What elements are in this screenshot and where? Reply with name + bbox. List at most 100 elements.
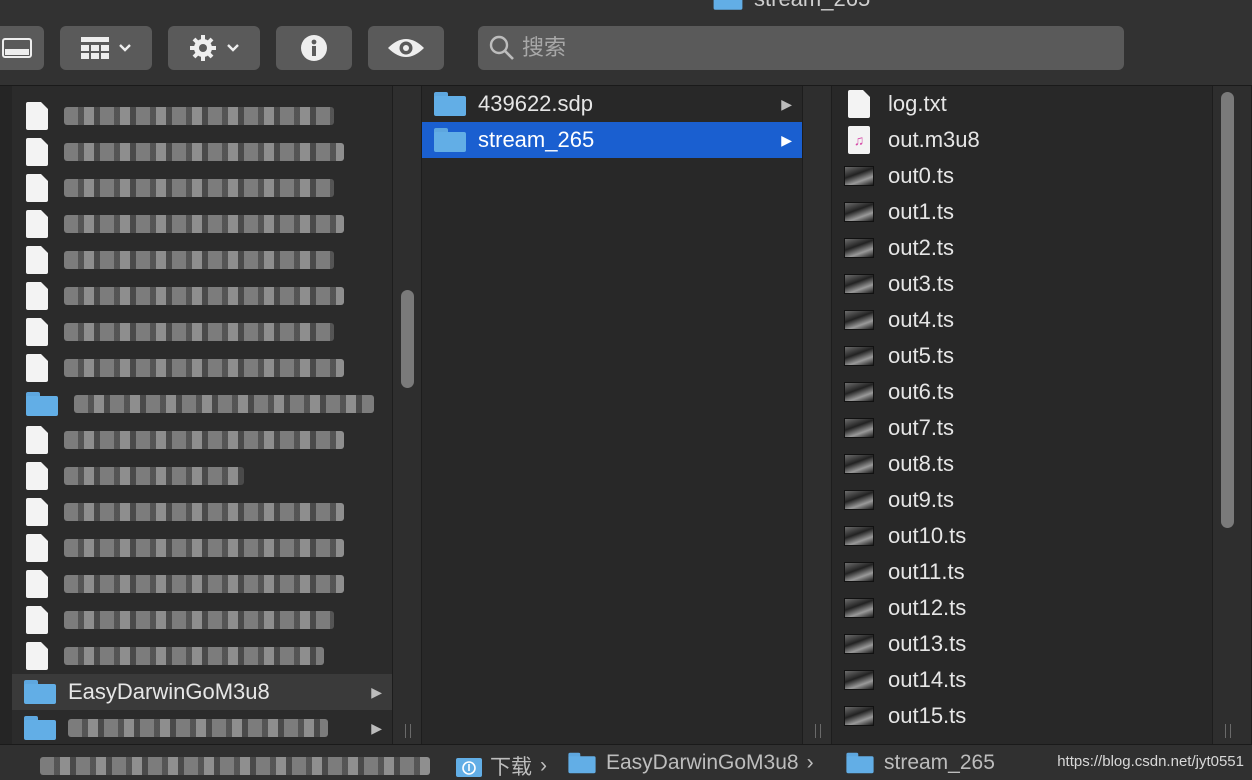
chevron-right-icon: ▶ xyxy=(781,131,792,148)
list-item[interactable] xyxy=(12,422,392,458)
file-row[interactable]: out5.ts xyxy=(832,338,1240,374)
file-row[interactable]: ♫ out.m3u8 xyxy=(832,122,1240,158)
list-item-easydarwingom3u8[interactable]: EasyDarwinGoM3u8 ▶ xyxy=(12,674,392,710)
list-item-label: EasyDarwinGoM3u8 xyxy=(68,679,270,704)
file-row[interactable]: out3.ts xyxy=(832,266,1240,302)
list-item[interactable] xyxy=(12,458,392,494)
gear-icon xyxy=(190,35,216,61)
document-icon xyxy=(26,246,48,274)
file-row[interactable]: out6.ts xyxy=(832,374,1240,410)
document-icon xyxy=(26,498,48,526)
file-row[interactable]: out4.ts xyxy=(832,302,1240,338)
columns-view-icon xyxy=(2,38,32,58)
video-thumbnail-icon xyxy=(844,418,874,438)
get-info-button[interactable] xyxy=(276,26,352,70)
search-input[interactable] xyxy=(522,35,1082,61)
list-item-439622-sdp[interactable]: 439622.sdp ▶ xyxy=(422,86,802,122)
document-icon xyxy=(26,174,48,202)
list-item[interactable] xyxy=(12,314,392,350)
grid-icon xyxy=(81,37,109,59)
file-label: out14.ts xyxy=(888,667,967,692)
document-icon xyxy=(26,642,48,670)
column-parent[interactable]: EasyDarwinGoM3u8 ▶ ▶ xyxy=(12,86,392,744)
video-thumbnail-icon xyxy=(844,310,874,330)
file-row[interactable]: out2.ts xyxy=(832,230,1240,266)
list-item[interactable]: ▶ xyxy=(12,710,392,744)
file-row[interactable]: out7.ts xyxy=(832,410,1240,446)
path-crumb-stream-265[interactable]: stream_265 xyxy=(844,751,995,775)
crumb-label: stream_265 xyxy=(884,751,995,774)
column-divider[interactable] xyxy=(802,86,832,744)
text-file-icon xyxy=(848,90,870,118)
list-item[interactable] xyxy=(12,638,392,674)
resize-handle[interactable] xyxy=(405,724,411,738)
file-row[interactable]: out0.ts xyxy=(832,158,1240,194)
path-crumb-easydarwingom3u8[interactable]: EasyDarwinGoM3u8 › xyxy=(566,751,814,775)
file-row[interactable]: out9.ts xyxy=(832,482,1240,518)
group-by-button[interactable] xyxy=(60,26,152,70)
file-row[interactable]: out8.ts xyxy=(832,446,1240,482)
list-item[interactable] xyxy=(12,206,392,242)
redacted-label xyxy=(64,539,344,557)
document-icon xyxy=(26,138,48,166)
list-item[interactable] xyxy=(12,350,392,386)
file-label: out15.ts xyxy=(888,703,967,728)
document-icon xyxy=(26,210,48,238)
folder-icon xyxy=(846,752,874,774)
column-easydarwingom3u8[interactable]: 439622.sdp ▶ stream_265 ▶ xyxy=(422,86,802,744)
document-icon xyxy=(26,426,48,454)
list-item[interactable] xyxy=(12,566,392,602)
file-row[interactable]: out1.ts xyxy=(832,194,1240,230)
column-divider[interactable] xyxy=(392,86,422,744)
redacted-label xyxy=(64,359,344,377)
document-icon xyxy=(26,570,48,598)
file-row[interactable]: out11.ts xyxy=(832,554,1240,590)
file-row[interactable]: out13.ts xyxy=(832,626,1240,662)
file-row[interactable]: out10.ts xyxy=(832,518,1240,554)
column-divider[interactable] xyxy=(1212,86,1252,744)
redacted-label xyxy=(64,287,344,305)
scrollbar-thumb[interactable] xyxy=(1221,92,1234,528)
redacted-label xyxy=(64,431,344,449)
file-row[interactable]: out15.ts xyxy=(832,698,1240,734)
window-title-text: stream_265 xyxy=(754,0,870,12)
file-label: out6.ts xyxy=(888,379,955,404)
list-item[interactable] xyxy=(12,602,392,638)
list-item[interactable] xyxy=(12,170,392,206)
redacted-label xyxy=(64,611,334,629)
resize-handle[interactable] xyxy=(815,724,821,738)
path-bar: 下载 › EasyDarwinGoM3u8 › stream_265 https… xyxy=(0,744,1252,780)
folder-icon xyxy=(713,0,743,10)
redacted-label xyxy=(64,323,334,341)
file-label: log.txt xyxy=(888,91,947,116)
quick-look-button[interactable] xyxy=(368,26,444,70)
column-stream-265[interactable]: log.txt ♫ out.m3u8 out0.ts out1.ts out2.ts out… xyxy=(832,86,1240,744)
list-item[interactable] xyxy=(12,494,392,530)
list-item[interactable] xyxy=(12,530,392,566)
file-row[interactable]: out12.ts xyxy=(832,590,1240,626)
list-item[interactable] xyxy=(12,386,392,422)
redacted-label xyxy=(64,647,324,665)
view-columns-button[interactable] xyxy=(0,26,44,70)
list-item[interactable] xyxy=(12,134,392,170)
list-item-label: stream_265 xyxy=(478,127,595,152)
redacted-label xyxy=(74,395,374,413)
list-item-stream-265[interactable]: stream_265 ▶ xyxy=(422,122,802,158)
search-field[interactable] xyxy=(478,26,1124,70)
list-item[interactable] xyxy=(12,98,392,134)
file-row[interactable]: out14.ts xyxy=(832,662,1240,698)
file-row[interactable]: log.txt xyxy=(832,86,1240,122)
video-thumbnail-icon xyxy=(844,670,874,690)
document-icon xyxy=(26,534,48,562)
path-crumb-downloads[interactable]: 下载 › xyxy=(456,751,547,780)
document-icon xyxy=(26,462,48,490)
redacted-label xyxy=(64,215,344,233)
list-item[interactable] xyxy=(12,242,392,278)
chevron-right-icon: ▶ xyxy=(371,683,382,700)
scrollbar-thumb[interactable] xyxy=(401,290,414,388)
action-menu-button[interactable] xyxy=(168,26,260,70)
redacted-label xyxy=(64,143,344,161)
resize-handle[interactable] xyxy=(1225,724,1231,738)
list-item[interactable] xyxy=(12,278,392,314)
file-label: out2.ts xyxy=(888,235,955,260)
